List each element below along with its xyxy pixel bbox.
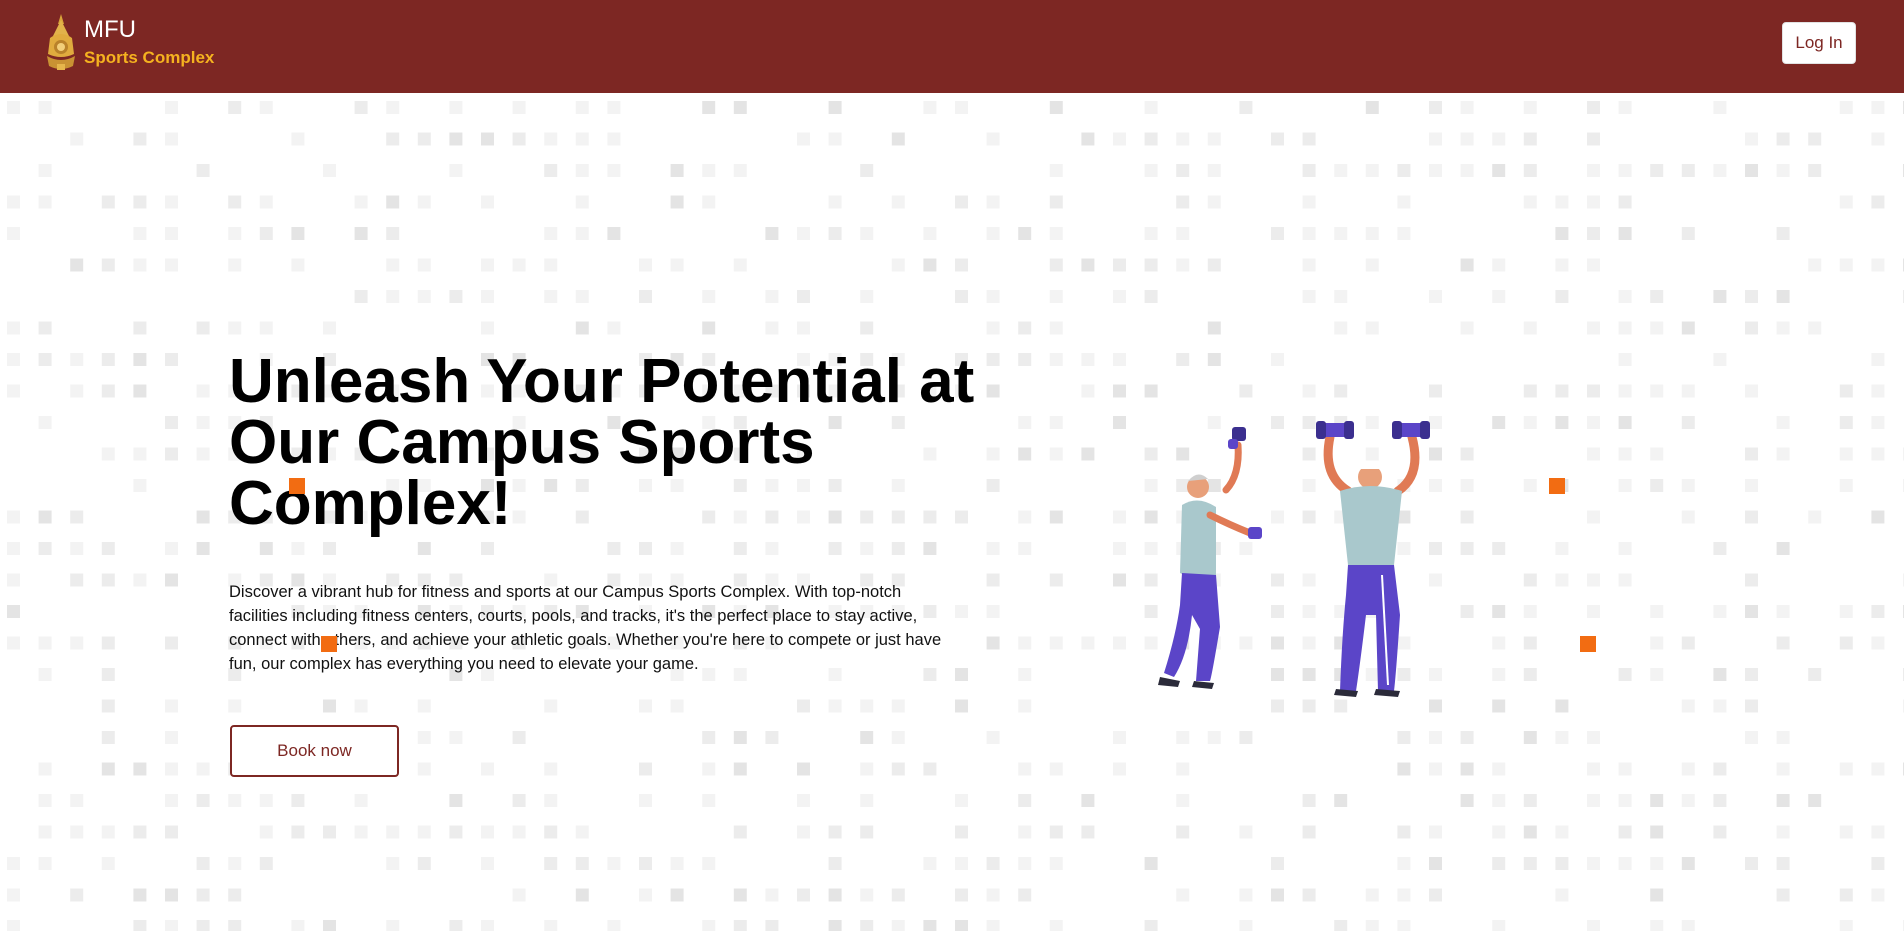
- man-figure: [1316, 421, 1430, 697]
- decorative-square: [289, 478, 305, 494]
- decorative-square: [1580, 636, 1596, 652]
- woman-figure: [1158, 427, 1262, 689]
- brand[interactable]: MFU Sports Complex: [44, 14, 214, 72]
- decorative-square: [321, 636, 337, 652]
- brand-subtitle: Sports Complex: [84, 48, 215, 67]
- book-now-button[interactable]: Book now: [230, 725, 399, 777]
- brand-title: MFU: [84, 16, 136, 43]
- university-crest-icon: [47, 14, 75, 70]
- exercising-people-illustration: [1158, 421, 1430, 697]
- hero-title: Unleash Your Potential at Our Campus Spo…: [229, 347, 975, 538]
- hero-description: Discover a vibrant hub for fitness and s…: [229, 583, 942, 673]
- login-button[interactable]: Log In: [1782, 22, 1856, 64]
- top-navbar: MFU Sports Complex Log In: [0, 0, 1904, 93]
- decorative-square: [1549, 478, 1565, 494]
